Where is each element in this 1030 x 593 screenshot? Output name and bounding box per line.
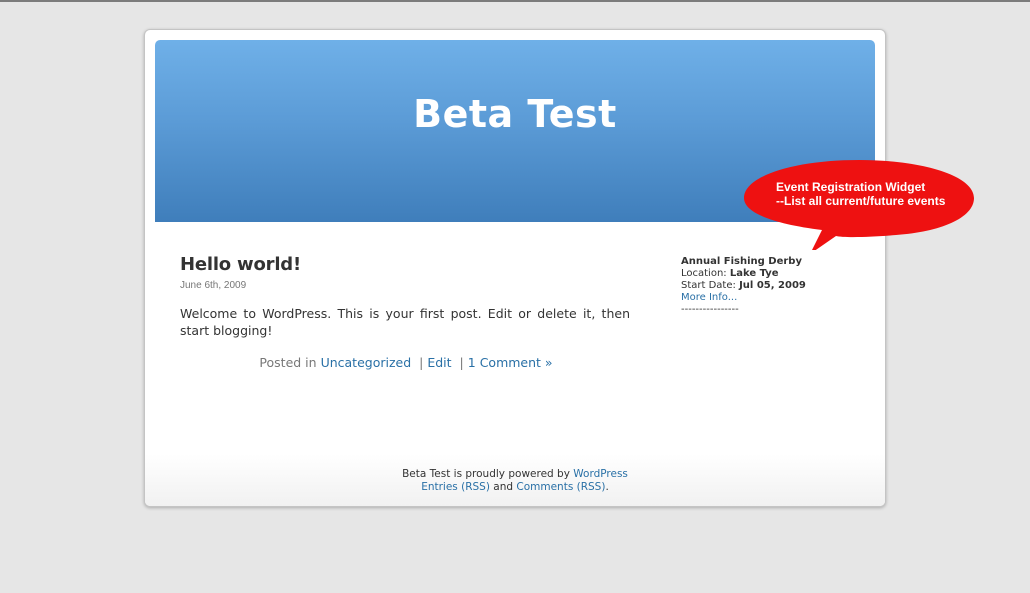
- post: Hello world! June 6th, 2009 Welcome to W…: [180, 254, 632, 370]
- post-content: Welcome to WordPress. This is your first…: [180, 306, 630, 338]
- footer-period: .: [605, 481, 609, 493]
- footer-line-2: Entries (RSS) and Comments (RSS).: [145, 481, 885, 494]
- event-start-value: Jul 05, 2009: [739, 280, 806, 291]
- event-registration-widget: Annual Fishing Derby Location: Lake Tye …: [681, 256, 871, 316]
- event-start-label: Start Date:: [681, 280, 736, 291]
- window-top-border: [0, 0, 1030, 2]
- category-link[interactable]: Uncategorized: [321, 355, 412, 370]
- post-date: June 6th, 2009: [180, 280, 247, 291]
- footer-and-text: and: [493, 481, 514, 493]
- post-meta: Posted in Uncategorized | Edit | 1 Comment…: [180, 355, 632, 370]
- site-footer: Beta Test is proudly powered by WordPres…: [145, 454, 885, 506]
- posted-in-label: Posted in: [259, 355, 317, 370]
- comments-rss-link[interactable]: Comments (RSS): [516, 481, 605, 493]
- entries-rss-link[interactable]: Entries (RSS): [421, 481, 490, 493]
- more-info-link[interactable]: More Info...: [681, 292, 737, 303]
- site-header: Beta Test: [155, 40, 875, 222]
- post-title[interactable]: Hello world!: [180, 254, 632, 275]
- event-location-value: Lake Tye: [729, 268, 779, 279]
- event-name: Annual Fishing Derby: [681, 256, 802, 267]
- footer-line-1: Beta Test is proudly powered by WordPres…: [145, 468, 885, 481]
- event-location-label: Location:: [681, 268, 727, 279]
- page-container: Beta Test Hello world! June 6th, 2009 We…: [144, 29, 886, 507]
- meta-separator: |: [459, 355, 464, 370]
- edit-link[interactable]: Edit: [427, 355, 451, 370]
- event-start-date: Start Date: Jul 05, 2009: [681, 280, 871, 292]
- wordpress-link[interactable]: WordPress: [573, 468, 628, 480]
- post-title-text[interactable]: Hello world!: [180, 254, 301, 275]
- site-title-link[interactable]: Beta Test: [155, 92, 875, 136]
- meta-separator: |: [419, 355, 424, 370]
- event-location: Location: Lake Tye: [681, 268, 871, 280]
- comments-link[interactable]: 1 Comment »: [468, 355, 553, 370]
- footer-powered-text: Beta Test is proudly powered by: [402, 468, 570, 480]
- event-divider: ----------------: [681, 304, 739, 315]
